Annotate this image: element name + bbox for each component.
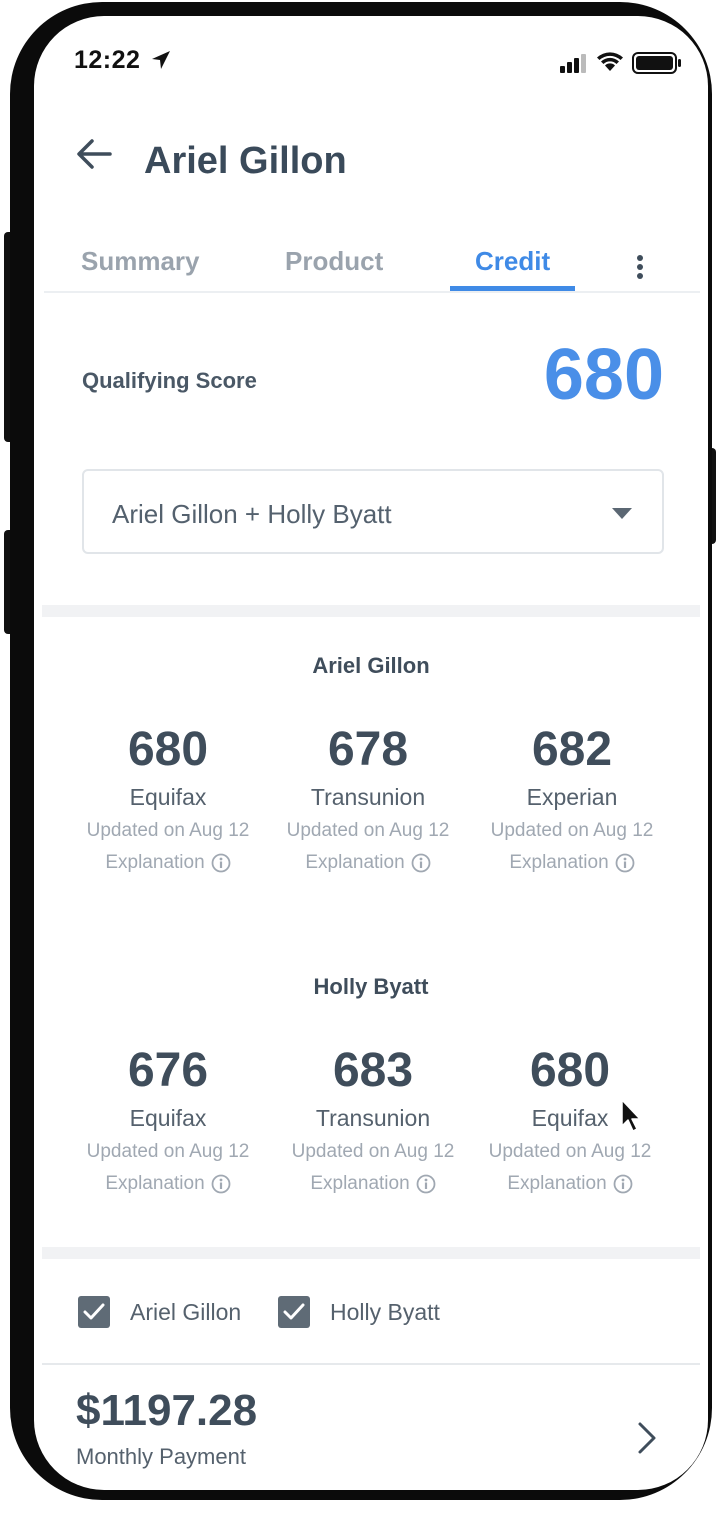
payment-amount: $1197.28	[76, 1386, 258, 1435]
credit-score: 676	[127, 1044, 209, 1097]
info-icon	[211, 1174, 231, 1194]
back-arrow-icon[interactable]	[74, 134, 114, 174]
group-name: Holly Byatt	[313, 974, 429, 999]
updated-date: Updated on Aug 12	[86, 1141, 250, 1162]
explanation-label: Explanation	[310, 1173, 410, 1194]
score-card: 682 Experian Updated on Aug 12 Explanati…	[477, 722, 667, 879]
explanation-link[interactable]: Explanation	[310, 1168, 436, 1200]
explanation-link[interactable]: Explanation	[105, 847, 231, 879]
qualifying-score-value: 680	[543, 335, 664, 415]
section-divider	[42, 605, 700, 617]
updated-date: Updated on Aug 12	[488, 1141, 652, 1162]
checkbox-ariel-gillon[interactable]: Ariel Gillon	[78, 1296, 241, 1328]
updated-date: Updated on Aug 12	[490, 820, 654, 841]
more-vertical-icon[interactable]	[628, 251, 652, 283]
applicant-select[interactable]: Ariel Gillon + Holly Byatt	[82, 469, 664, 554]
explanation-link[interactable]: Explanation	[507, 1168, 633, 1200]
checkbox-label: Ariel Gillon	[130, 1298, 242, 1325]
checkbox-box[interactable]	[78, 1296, 110, 1328]
updated-date: Updated on Aug 12	[291, 1141, 455, 1162]
credit-score: 683	[332, 1044, 414, 1097]
credit-score: 680	[529, 1044, 611, 1097]
info-icon	[613, 1174, 633, 1194]
divider	[42, 1363, 700, 1365]
score-card: 680 Equifax Updated on Aug 12 Explanatio…	[73, 722, 263, 879]
checkmark-icon	[83, 1303, 105, 1320]
tab-bar: Summary Product Credit	[44, 236, 700, 293]
checkbox-label: Holly Byatt	[330, 1298, 440, 1325]
battery-icon	[632, 52, 681, 74]
bureau-name: Transunion	[310, 784, 426, 810]
info-icon	[615, 853, 635, 873]
status-bar: 12:22	[34, 16, 708, 106]
bureau-name: Transunion	[315, 1105, 431, 1131]
qualifying-score-label: Qualifying Score	[82, 368, 257, 393]
score-card: 683 Transunion Updated on Aug 12 Explana…	[278, 1043, 468, 1200]
info-icon	[416, 1174, 436, 1194]
bureau-name: Equifax	[129, 1105, 207, 1131]
credit-score: 680	[127, 723, 209, 776]
location-arrow-icon	[152, 51, 170, 69]
explanation-label: Explanation	[105, 852, 205, 873]
mouse-cursor-icon	[621, 1099, 641, 1132]
bureau-name: Equifax	[129, 784, 207, 810]
explanation-link[interactable]: Explanation	[509, 847, 635, 879]
tab-credit[interactable]: Credit	[475, 246, 550, 277]
phone-frame: 12:22 Ariel Gillon Summary Product Credi…	[10, 2, 712, 1500]
chevron-right-icon[interactable]	[636, 1421, 658, 1455]
monthly-payment-row[interactable]: $1197.28 Monthly Payment	[76, 1384, 257, 1470]
credit-score: 678	[327, 723, 409, 776]
info-icon	[411, 853, 431, 873]
explanation-label: Explanation	[305, 852, 405, 873]
payment-label: Monthly Payment	[76, 1444, 246, 1469]
page-title: Ariel Gillon	[144, 140, 347, 182]
tab-product[interactable]: Product	[285, 246, 383, 277]
explanation-link[interactable]: Explanation	[305, 847, 431, 879]
section-divider	[42, 1247, 700, 1259]
signal-icon	[560, 54, 586, 73]
group-name: Ariel Gillon	[312, 653, 430, 678]
explanation-label: Explanation	[509, 852, 609, 873]
credit-score: 682	[531, 723, 613, 776]
bureau-name: Experian	[526, 784, 618, 810]
checkbox-holly-byatt[interactable]: Holly Byatt	[278, 1296, 440, 1328]
explanation-label: Explanation	[507, 1173, 607, 1194]
score-card: 678 Transunion Updated on Aug 12 Explana…	[273, 722, 463, 879]
updated-date: Updated on Aug 12	[86, 820, 250, 841]
applicant-select-value: Ariel Gillon + Holly Byatt	[112, 499, 392, 529]
explanation-link[interactable]: Explanation	[105, 1168, 231, 1200]
info-icon	[211, 853, 231, 873]
active-tab-indicator	[450, 286, 575, 291]
checkmark-icon	[283, 1303, 305, 1320]
score-card: 676 Equifax Updated on Aug 12 Explanatio…	[73, 1043, 263, 1200]
status-time: 12:22	[74, 46, 141, 74]
screen: 12:22 Ariel Gillon Summary Product Credi…	[34, 16, 708, 1490]
updated-date: Updated on Aug 12	[286, 820, 450, 841]
explanation-label: Explanation	[105, 1173, 205, 1194]
tab-summary[interactable]: Summary	[81, 246, 200, 277]
wifi-icon	[597, 52, 623, 71]
caret-down-icon	[612, 508, 632, 519]
checkbox-box[interactable]	[278, 1296, 310, 1328]
